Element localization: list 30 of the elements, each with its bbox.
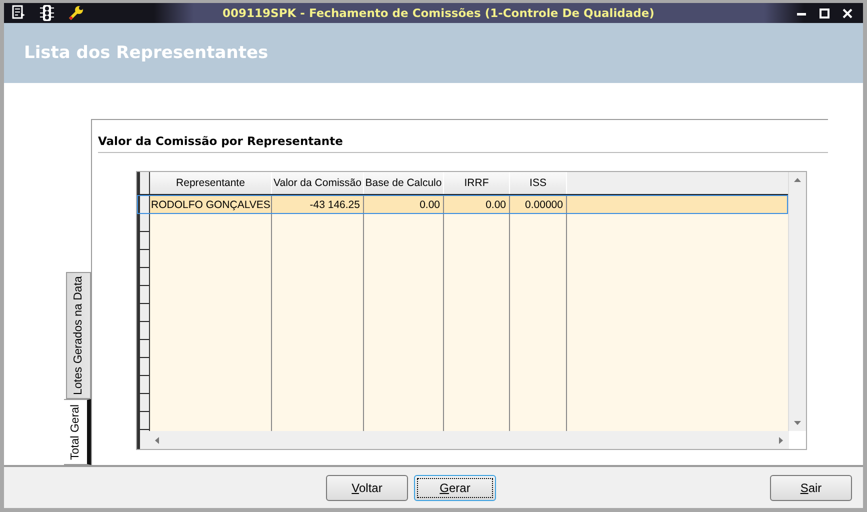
column-header[interactable]: IRRF xyxy=(444,172,510,194)
column-header[interactable]: Valor da Comissão xyxy=(272,172,364,194)
column-header[interactable]: Base de Calculo xyxy=(364,172,444,194)
vertical-scrollbar[interactable] xyxy=(788,172,806,431)
window-title: 009119SPK - Fechamento de Comissões (1-Controle De Qualidade) xyxy=(222,6,656,20)
traffic-light-icon[interactable] xyxy=(40,5,54,21)
section-title: Valor da Comissão por Representante xyxy=(98,134,828,153)
button[interactable]: Sair xyxy=(770,474,852,500)
button[interactable]: Voltar xyxy=(326,474,408,500)
row-indicator[interactable] xyxy=(137,195,150,214)
column-header[interactable]: ISS xyxy=(510,172,567,194)
menu-icon[interactable] xyxy=(12,5,26,19)
table-cell: 0.00 xyxy=(444,195,510,214)
tab[interactable]: Lotes Gerados na Data xyxy=(66,272,91,399)
table-cell: 0.00 xyxy=(364,195,444,214)
column-header[interactable]: Representante xyxy=(150,172,272,194)
scroll-down-icon[interactable] xyxy=(794,421,801,425)
tab[interactable]: Total Geral xyxy=(64,399,91,465)
page-title: Lista dos Representantes xyxy=(4,23,863,83)
scroll-right-icon[interactable] xyxy=(779,436,783,444)
wrench-icon[interactable] xyxy=(68,5,84,21)
table-cell: RODOLFO GONÇALVES xyxy=(150,195,272,214)
table-cell: -43 146.25 xyxy=(272,195,364,214)
table-row[interactable]: RODOLFO GONÇALVES -43 146.25 0.00 0.00 0.00000 xyxy=(137,195,788,214)
scroll-left-icon[interactable] xyxy=(155,436,159,444)
close-icon[interactable] xyxy=(842,8,853,18)
table-cell: 0.00000 xyxy=(510,195,567,214)
maximize-icon[interactable] xyxy=(819,8,830,18)
scroll-up-icon[interactable] xyxy=(794,178,801,182)
button[interactable]: Gerar xyxy=(414,474,496,500)
